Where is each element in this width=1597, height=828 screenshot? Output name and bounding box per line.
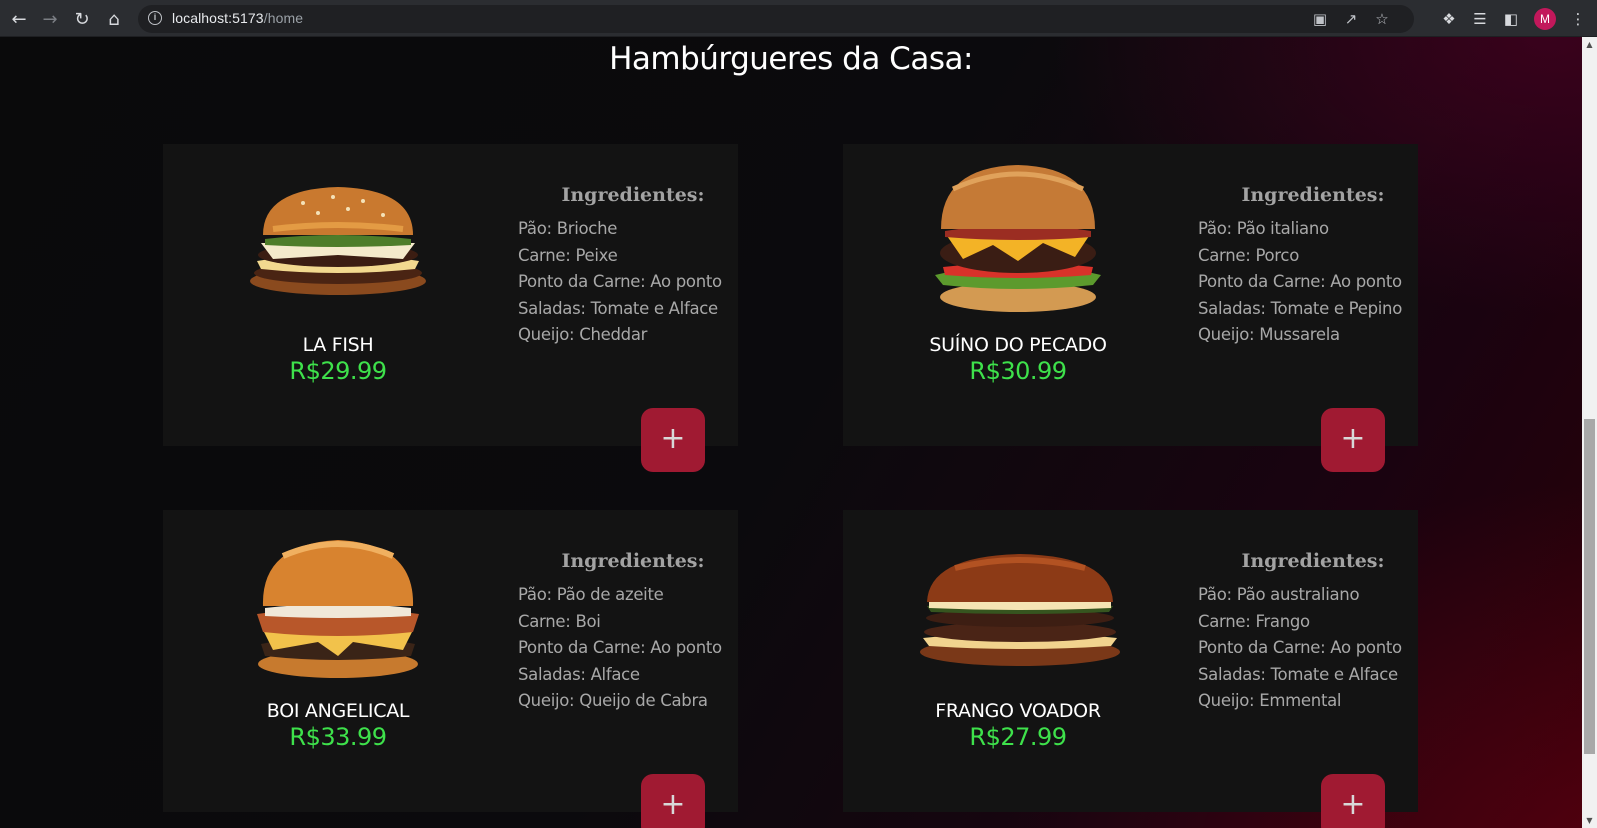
ingredient-item: Ponto da Carne: Ao ponto	[1198, 272, 1402, 291]
ingredient-item: Queijo: Queijo de Cabra	[518, 691, 708, 710]
burger-name: SUÍNO DO PECADO	[929, 334, 1107, 356]
burger-name: LA FISH	[302, 334, 374, 356]
scrollbar-thumb[interactable]	[1584, 419, 1595, 754]
product-card: LA FISH R$29.99 Ingredientes: Pão: Brioc…	[163, 144, 738, 472]
media-controls-icon[interactable]: ☰	[1469, 8, 1491, 30]
ingredients-list: Pão: Pão australiano Carne: Frango Ponto…	[1198, 582, 1402, 715]
profile-avatar[interactable]: M	[1534, 8, 1556, 30]
reload-icon[interactable]: ↻	[70, 7, 94, 31]
ingredient-item: Carne: Peixe	[518, 245, 618, 265]
url-text: localhost:5173/home	[172, 10, 303, 26]
ingredient-item: Saladas: Alface	[518, 664, 640, 684]
share-icon[interactable]: ↗	[1341, 9, 1361, 29]
back-arrow-icon[interactable]: ←	[7, 7, 31, 31]
scroll-up-arrow-icon[interactable]: ▲	[1582, 37, 1597, 52]
page-title: Hambúrgueres da Casa:	[609, 41, 973, 77]
ingredients-heading: Ingredientes:	[1241, 550, 1385, 572]
ingredients-list: Pão: Pão italiano Carne: Porco Ponto da …	[1198, 216, 1402, 349]
add-to-cart-button[interactable]: +	[641, 408, 705, 472]
url-path: /home	[263, 10, 304, 26]
burger-image	[923, 159, 1113, 329]
extensions-puzzle-icon[interactable]: ❖	[1438, 8, 1460, 30]
ingredient-item: Carne: Frango	[1198, 611, 1310, 631]
ingredient-item: Queijo: Cheddar	[518, 325, 648, 344]
ingredient-item: Ponto da Carne: Ao ponto	[518, 272, 722, 291]
address-bar[interactable]: i localhost:5173/home ▣ ↗ ☆	[138, 5, 1414, 33]
bookmark-star-icon[interactable]: ☆	[1372, 9, 1392, 29]
add-to-cart-button[interactable]: +	[1321, 408, 1385, 472]
ingredient-item: Saladas: Tomate e Alface	[518, 298, 718, 318]
translate-icon[interactable]: ▣	[1310, 9, 1330, 29]
product-card: BOI ANGELICAL R$33.99 Ingredientes: Pão:…	[163, 510, 738, 828]
ingredients-list: Pão: Brioche Carne: Peixe Ponto da Carne…	[518, 216, 722, 349]
side-panel-icon[interactable]: ◧	[1500, 8, 1522, 30]
forward-arrow-icon[interactable]: →	[38, 7, 62, 31]
site-info-icon[interactable]: i	[148, 11, 162, 25]
burger-name: FRANGO VOADOR	[935, 700, 1101, 722]
burger-image	[915, 550, 1125, 720]
scroll-down-arrow-icon[interactable]: ▼	[1582, 813, 1597, 828]
product-card: FRANGO VOADOR R$27.99 Ingredientes: Pão:…	[843, 510, 1418, 828]
ingredient-item: Queijo: Mussarela	[1198, 325, 1340, 344]
browser-toolbar: ← → ↻ ⌂ i localhost:5173/home ▣ ↗ ☆ ❖ ☰ …	[0, 0, 1597, 37]
burger-price: R$30.99	[969, 357, 1067, 385]
home-icon[interactable]: ⌂	[102, 7, 126, 31]
ingredient-item: Queijo: Emmental	[1198, 691, 1342, 710]
ingredient-item: Carne: Porco	[1198, 245, 1299, 265]
ingredient-item: Saladas: Tomate e Alface	[1198, 664, 1398, 684]
ingredients-heading: Ingredientes:	[561, 550, 705, 572]
add-to-cart-button[interactable]: +	[1321, 774, 1385, 828]
ingredient-item: Ponto da Carne: Ao ponto	[518, 638, 722, 657]
ingredient-item: Saladas: Tomate e Pepino	[1198, 298, 1403, 318]
burger-name: BOI ANGELICAL	[266, 700, 410, 722]
ingredient-item: Ponto da Carne: Ao ponto	[1198, 638, 1402, 657]
product-card: SUÍNO DO PECADO R$30.99 Ingredientes: Pã…	[843, 144, 1418, 472]
ingredients-heading: Ingredientes:	[1241, 184, 1385, 206]
ingredient-item: Pão: Pão de azeite	[518, 585, 664, 604]
ingredient-item: Pão: Pão australiano	[1198, 585, 1360, 604]
burger-image	[243, 532, 433, 702]
ingredient-item: Pão: Pão italiano	[1198, 219, 1329, 238]
url-host: localhost:5173	[172, 10, 264, 26]
burger-image	[243, 169, 433, 339]
ingredient-item: Carne: Boi	[518, 611, 601, 631]
ingredients-list: Pão: Pão de azeite Carne: Boi Ponto da C…	[518, 582, 722, 715]
ingredient-item: Pão: Brioche	[518, 219, 618, 238]
vertical-scrollbar[interactable]: ▲ ▼	[1582, 37, 1597, 828]
burger-price: R$29.99	[289, 357, 387, 385]
ingredients-heading: Ingredientes:	[561, 184, 705, 206]
more-menu-icon[interactable]: ⋮	[1567, 8, 1589, 30]
burger-price: R$33.99	[289, 723, 387, 751]
add-to-cart-button[interactable]: +	[641, 774, 705, 828]
page-viewport: Hambúrgueres da Casa: LA FISH R$29.99 In…	[0, 37, 1582, 828]
burger-price: R$27.99	[969, 723, 1067, 751]
